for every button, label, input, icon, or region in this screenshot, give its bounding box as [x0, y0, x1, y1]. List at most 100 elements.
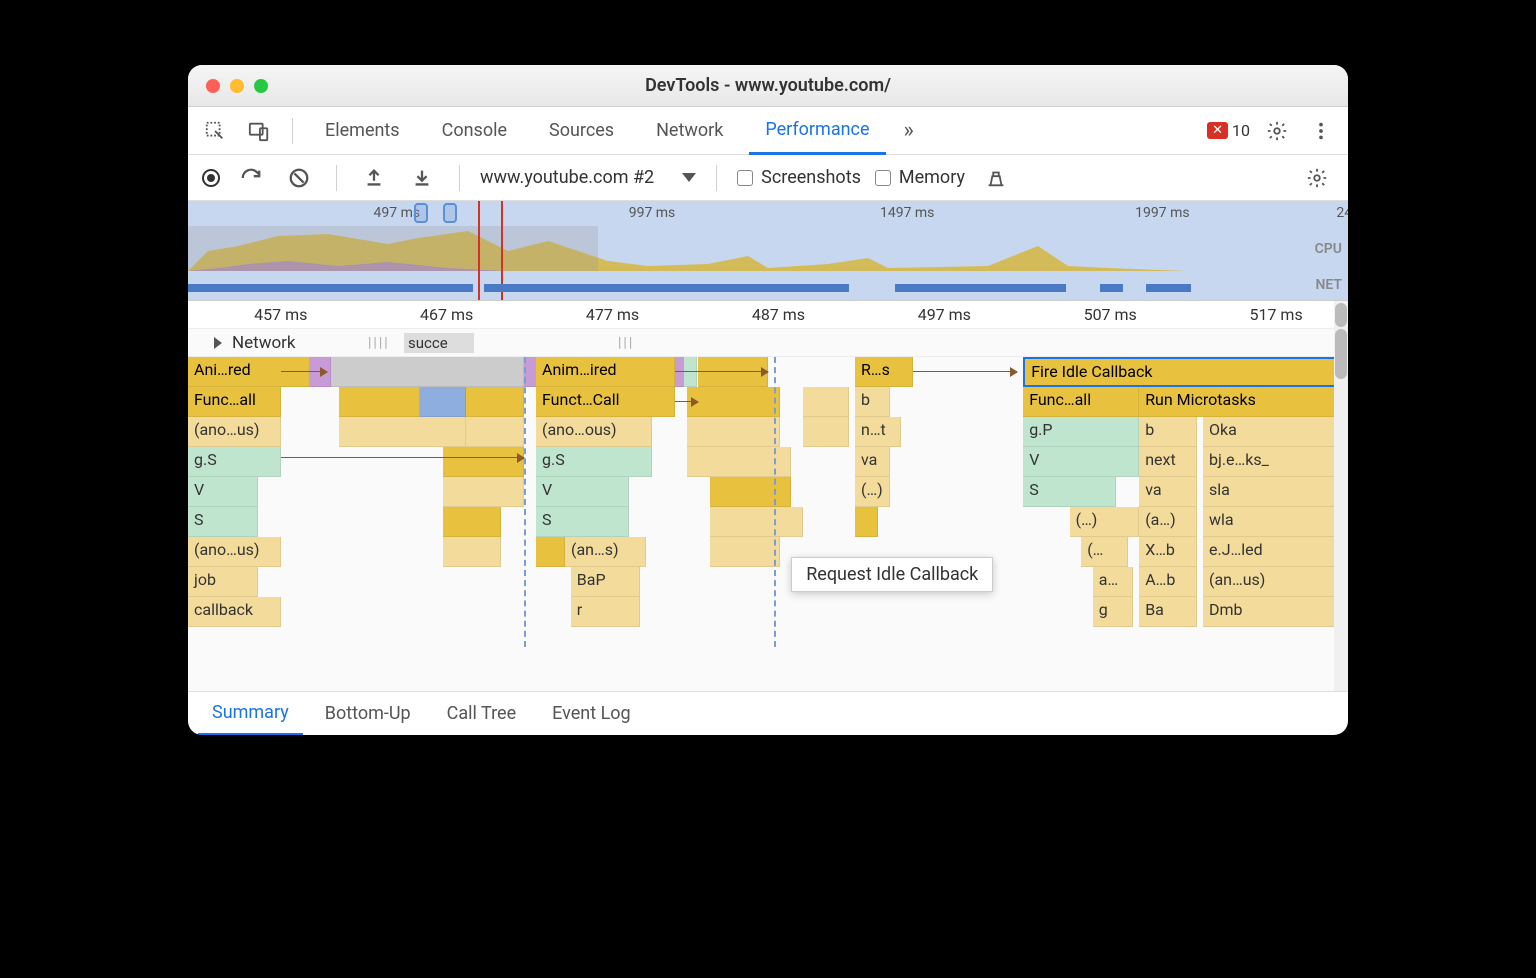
tab-console[interactable]: Console: [426, 107, 523, 154]
flame-block[interactable]: (ano…us): [188, 417, 281, 447]
flame-block[interactable]: (…): [1070, 507, 1140, 537]
flame-block[interactable]: va: [1139, 477, 1197, 507]
minimize-button[interactable]: [230, 79, 244, 93]
flame-block[interactable]: g.S: [536, 447, 652, 477]
flame-block[interactable]: S: [536, 507, 629, 537]
flame-block[interactable]: Ani…red: [188, 357, 310, 387]
reload-icon[interactable]: [234, 161, 268, 195]
flame-chart[interactable]: Network |||| succe ||| Ani…red Func…all …: [188, 329, 1348, 691]
download-icon[interactable]: [405, 161, 439, 195]
flame-block[interactable]: [710, 477, 791, 507]
flame-block[interactable]: Func…all: [188, 387, 281, 417]
flame-block[interactable]: b: [855, 387, 890, 417]
flame-block[interactable]: R…s: [855, 357, 913, 387]
flame-block[interactable]: [339, 417, 467, 447]
close-button[interactable]: [206, 79, 220, 93]
record-button[interactable]: [202, 169, 220, 187]
flame-block[interactable]: [536, 537, 565, 567]
expand-icon[interactable]: [214, 337, 222, 349]
selection-bracket[interactable]: [443, 203, 457, 223]
flame-block[interactable]: [339, 387, 420, 417]
flame-block-selected[interactable]: Fire Idle Callback: [1023, 357, 1336, 387]
flame-block[interactable]: V: [1023, 447, 1139, 477]
time-ruler[interactable]: 457 ms 467 ms 477 ms 487 ms 497 ms 507 m…: [188, 301, 1348, 329]
flame-block[interactable]: [687, 387, 780, 417]
network-request[interactable]: succe: [404, 333, 474, 353]
network-track-header[interactable]: Network |||| succe |||: [188, 329, 1348, 357]
session-dropdown-icon[interactable]: [682, 173, 696, 182]
flame-block[interactable]: [710, 507, 803, 537]
flame-block[interactable]: sla: [1203, 477, 1336, 507]
flame-block[interactable]: g: [1093, 597, 1134, 627]
memory-checkbox[interactable]: Memory: [875, 167, 965, 188]
flame-block[interactable]: a…: [1093, 567, 1134, 597]
flame-block[interactable]: [443, 477, 524, 507]
flame-block[interactable]: Anim…ired: [536, 357, 675, 387]
tab-elements[interactable]: Elements: [309, 107, 416, 154]
upload-icon[interactable]: [357, 161, 391, 195]
error-count[interactable]: 10: [1232, 121, 1250, 140]
flame-block[interactable]: Run Microtasks: [1139, 387, 1336, 417]
more-icon[interactable]: [1304, 114, 1338, 148]
perf-settings-icon[interactable]: [1300, 161, 1334, 195]
inspect-icon[interactable]: [198, 114, 232, 148]
flame-block[interactable]: g.P: [1023, 417, 1139, 447]
settings-icon[interactable]: [1260, 114, 1294, 148]
flame-block[interactable]: S: [188, 507, 258, 537]
flame-block[interactable]: bj.e…ks_: [1203, 447, 1336, 477]
flame-block[interactable]: job: [188, 567, 258, 597]
flame-block[interactable]: [684, 357, 697, 387]
flame-block[interactable]: [443, 507, 501, 537]
flame-block[interactable]: [803, 417, 849, 447]
flame-block[interactable]: [466, 387, 524, 417]
flame-block[interactable]: [331, 357, 525, 387]
tab-sources[interactable]: Sources: [533, 107, 630, 154]
selection-bracket[interactable]: [414, 203, 428, 223]
tab-call-tree[interactable]: Call Tree: [433, 692, 530, 735]
garbage-collect-icon[interactable]: [979, 161, 1013, 195]
flame-block[interactable]: [420, 387, 466, 417]
flame-block[interactable]: [855, 507, 878, 537]
flame-block[interactable]: Dmb: [1203, 597, 1336, 627]
flame-block[interactable]: r: [571, 597, 641, 627]
device-mode-icon[interactable]: [242, 114, 276, 148]
flame-block[interactable]: (ano…ous): [536, 417, 652, 447]
flame-block[interactable]: g.S: [188, 447, 281, 477]
tabs-overflow[interactable]: »: [896, 118, 922, 143]
flame-block[interactable]: S: [1023, 477, 1116, 507]
flame-block[interactable]: Funct…Call: [536, 387, 675, 417]
flame-block[interactable]: b: [1139, 417, 1197, 447]
flame-grid[interactable]: Ani…red Func…all (ano…us) g.S V S (ano…u…: [188, 357, 1348, 647]
flame-block[interactable]: V: [188, 477, 258, 507]
flame-block[interactable]: [443, 537, 501, 567]
flame-block[interactable]: [443, 447, 524, 477]
zoom-button[interactable]: [254, 79, 268, 93]
flame-block[interactable]: [803, 387, 849, 417]
timeline-overview[interactable]: 497 ms 997 ms 1497 ms 1997 ms 249 CPU NE…: [188, 201, 1348, 301]
tab-network[interactable]: Network: [640, 107, 739, 154]
flame-block[interactable]: (…): [855, 477, 890, 507]
flame-block[interactable]: va: [855, 447, 890, 477]
flame-block[interactable]: (…: [1081, 537, 1127, 567]
clear-icon[interactable]: [282, 161, 316, 195]
flame-block[interactable]: Func…all: [1023, 387, 1139, 417]
flame-block[interactable]: BaP: [571, 567, 641, 597]
flame-block[interactable]: e.J…led: [1203, 537, 1336, 567]
flame-block[interactable]: (an…us): [1203, 567, 1336, 597]
flame-block[interactable]: callback: [188, 597, 281, 627]
flame-block[interactable]: V: [536, 477, 629, 507]
flame-block[interactable]: A…b: [1139, 567, 1197, 597]
flame-block[interactable]: Ba: [1139, 597, 1197, 627]
tab-summary[interactable]: Summary: [198, 693, 303, 736]
flame-block[interactable]: n…t: [855, 417, 901, 447]
flame-block[interactable]: X…b: [1139, 537, 1197, 567]
flame-block[interactable]: (a…): [1139, 507, 1197, 537]
flame-block[interactable]: next: [1139, 447, 1197, 477]
flame-block[interactable]: wla: [1203, 507, 1336, 537]
session-select[interactable]: www.youtube.com #2: [480, 167, 654, 188]
flame-block[interactable]: [687, 417, 780, 447]
tab-performance[interactable]: Performance: [749, 108, 885, 155]
flame-block[interactable]: [466, 417, 524, 447]
screenshots-checkbox[interactable]: Screenshots: [737, 167, 861, 188]
tab-event-log[interactable]: Event Log: [538, 692, 645, 735]
